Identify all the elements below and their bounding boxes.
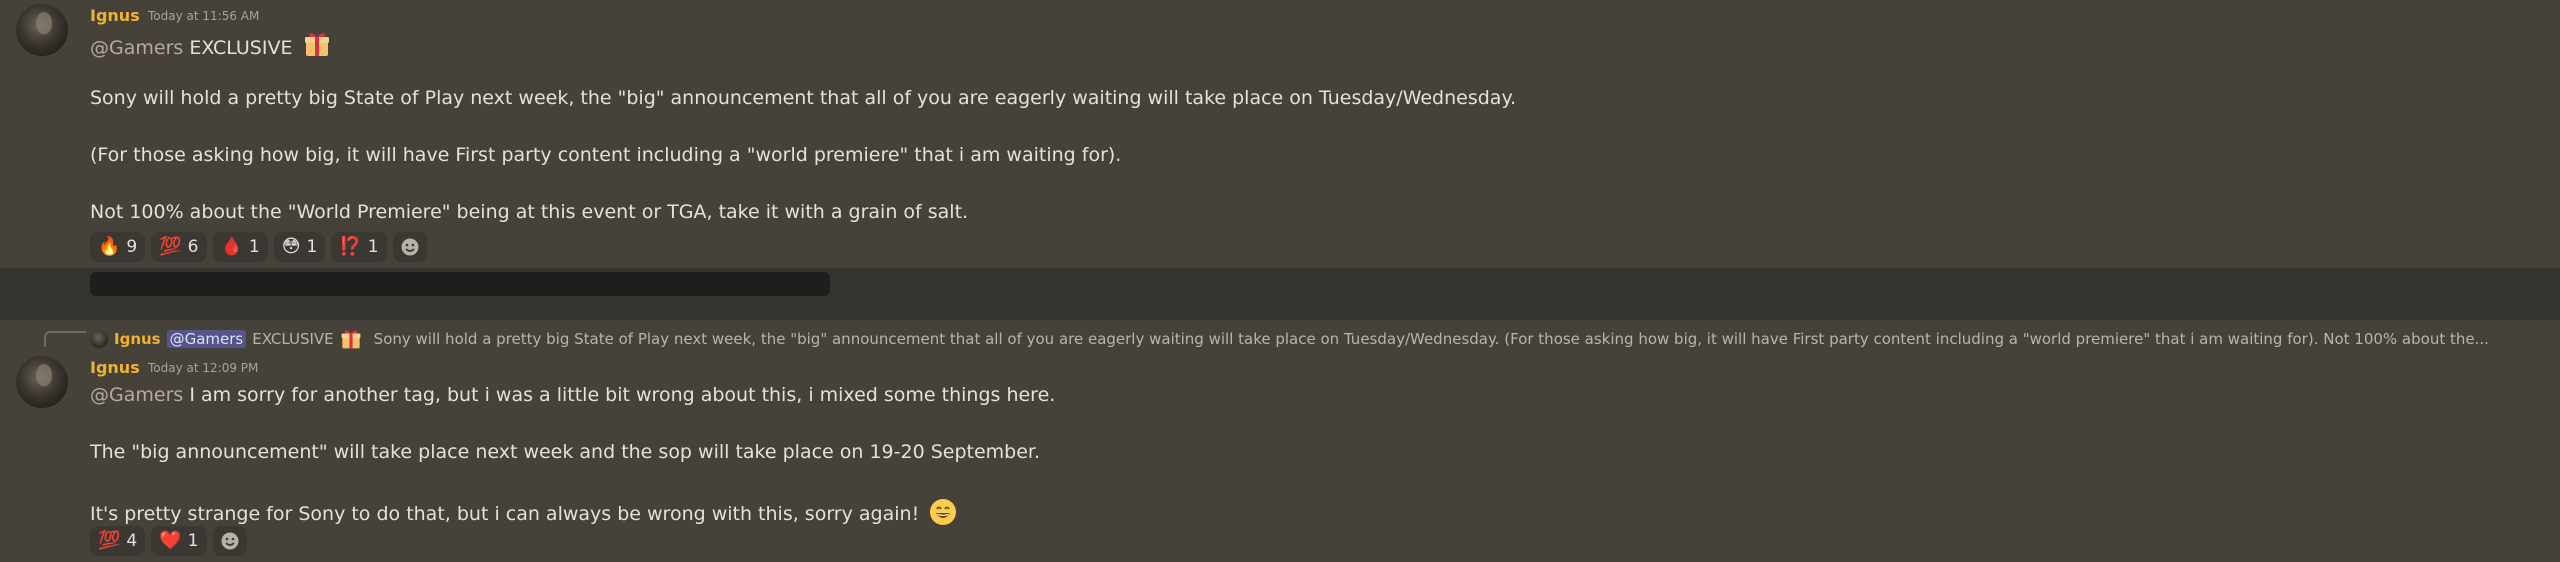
mention[interactable]: @Gamers (90, 384, 183, 406)
message-1: Ignus Today at 11:56 AM @Gamers EXCLUSIV… (0, 0, 2560, 268)
message-line: The "big announcement" will take place n… (90, 441, 1041, 463)
reaction-count: 4 (126, 531, 138, 551)
reaction-count: 9 (126, 237, 138, 257)
reaction-bar: 💯 4 ❤️ 1 (90, 526, 247, 556)
reaction-bar: 🔥 9 💯 6 🩸 1 😳 1 ⁉️ 1 (90, 232, 427, 262)
timestamp[interactable]: Today at 11:56 AM (148, 9, 259, 23)
reaction-heart[interactable]: ❤️ 1 (151, 526, 207, 556)
reaction-hundred[interactable]: 💯 4 (90, 526, 146, 556)
reaction-interrobang[interactable]: ⁉️ 1 (331, 232, 387, 262)
message-line: (For those asking how big, it will have … (90, 144, 1122, 166)
reaction-hundred[interactable]: 💯 6 (151, 232, 207, 262)
user-avatar[interactable] (16, 4, 68, 56)
grinning-face-icon (930, 499, 957, 525)
reply-username[interactable]: Ignus (114, 330, 161, 348)
reaction-count: 1 (187, 531, 199, 551)
reply-mention[interactable]: @Gamers (166, 330, 247, 348)
message-text: I am sorry for another tag, but i was a … (189, 384, 1056, 406)
username[interactable]: Ignus (90, 358, 140, 377)
user-avatar[interactable] (16, 356, 68, 408)
message-line: Not 100% about the "World Premiere" bein… (90, 201, 969, 223)
reply-text: Sony will hold a pretty big State of Pla… (373, 330, 2489, 348)
message-headline: @Gamers EXCLUSIVE (90, 30, 331, 59)
message-line-1: @Gamers I am sorry for another tag, but … (90, 384, 1055, 406)
mention[interactable]: @Gamers (90, 37, 183, 59)
gift-icon (304, 33, 329, 56)
reaction-drop[interactable]: 🩸 1 (212, 232, 268, 262)
hidden-content-bar[interactable] (90, 272, 830, 296)
message-line-3: It's pretty strange for Sony to do that,… (90, 498, 957, 526)
reply-preview[interactable]: Ignus @Gamers EXCLUSIVE Sony will hold a… (90, 328, 2489, 350)
fire-icon: 🔥 (98, 236, 121, 257)
add-reaction-button[interactable] (392, 232, 427, 262)
add-reaction-icon (401, 238, 419, 256)
message-text: It's pretty strange for Sony to do that,… (90, 503, 920, 525)
blood-drop-icon: 🩸 (220, 236, 243, 257)
reaction-count: 6 (187, 237, 199, 257)
reaction-count: 1 (367, 237, 379, 257)
reply-avatar (90, 330, 108, 348)
reply-spine (44, 331, 86, 347)
hundred-points-icon: 💯 (98, 530, 121, 551)
hundred-points-icon: 💯 (159, 236, 182, 257)
reaction-count: 1 (306, 237, 318, 257)
add-reaction-button[interactable] (212, 526, 247, 556)
heart-icon: ❤️ (159, 530, 182, 551)
headline-text: EXCLUSIVE (189, 37, 293, 59)
add-reaction-icon (221, 532, 238, 550)
message-line: Sony will hold a pretty big State of Pla… (90, 87, 1517, 109)
reaction-fire[interactable]: 🔥 9 (90, 232, 146, 262)
username[interactable]: Ignus (90, 6, 140, 25)
reaction-flushed[interactable]: 😳 1 (273, 232, 326, 262)
reaction-count: 1 (248, 237, 260, 257)
message-2: Ignus Today at 12:09 PM @Gamers I am sor… (0, 348, 2560, 562)
timestamp[interactable]: Today at 12:09 PM (148, 361, 258, 375)
gift-icon (341, 330, 361, 349)
interrobang-icon: ⁉️ (339, 236, 362, 257)
flushed-face-icon: 😳 (281, 236, 301, 257)
reply-headline: EXCLUSIVE (252, 330, 334, 348)
